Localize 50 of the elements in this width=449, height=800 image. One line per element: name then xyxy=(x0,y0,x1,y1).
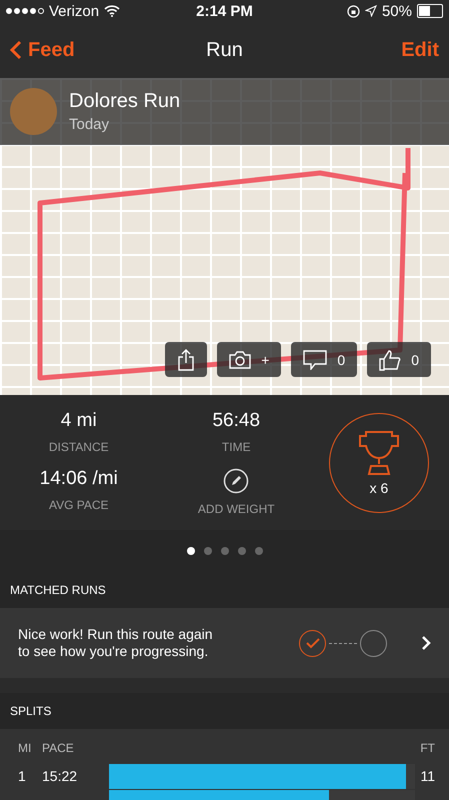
page-dot[interactable] xyxy=(254,547,262,555)
column-header: MI xyxy=(17,741,32,755)
table-cell: 15:22 xyxy=(42,768,78,784)
matched-runs-message: Nice work! Run this route again to see how you're progressing. xyxy=(18,626,214,660)
stat-value: 14:06 /mi xyxy=(40,468,118,490)
trophy-icon xyxy=(356,430,402,476)
pencil-icon[interactable] xyxy=(223,468,250,494)
camera-icon xyxy=(229,350,252,368)
edit-button[interactable]: Edit xyxy=(348,38,439,62)
wifi-icon xyxy=(104,5,120,17)
column-header: PACE xyxy=(41,741,75,755)
signal-icon xyxy=(6,8,44,14)
avatar-photo xyxy=(10,88,57,135)
screen-title: Run xyxy=(206,38,243,62)
trophy-badge[interactable]: x 6 xyxy=(329,412,429,512)
battery-percent: 50% xyxy=(382,2,412,20)
section-heading: MATCHED RUNS xyxy=(0,572,449,608)
stat-value: 56:48 xyxy=(212,410,260,432)
comment-button[interactable]: 0 xyxy=(291,342,358,377)
stat-label: AVG PACE xyxy=(48,498,109,512)
battery-icon xyxy=(416,4,443,18)
stat-value: 4 mi xyxy=(60,410,97,432)
like-button[interactable]: 0 xyxy=(367,342,431,377)
activity-date: Today xyxy=(69,116,110,133)
table-cell: 1 xyxy=(18,768,26,784)
page-dot[interactable] xyxy=(204,547,212,555)
photo-button[interactable]: + xyxy=(217,342,282,377)
share-icon xyxy=(177,348,196,370)
thumbs-up-icon xyxy=(379,348,402,370)
column-header: FT xyxy=(419,741,436,755)
page-dot[interactable] xyxy=(186,547,194,555)
table-cell: 11 xyxy=(420,768,435,784)
rotation-lock-icon xyxy=(346,4,360,18)
carrier-name: Verizon xyxy=(49,2,100,20)
section-heading: SPLITS xyxy=(0,693,449,729)
back-button[interactable]: Feed xyxy=(10,38,100,62)
chevron-right-icon xyxy=(421,635,431,651)
share-button[interactable] xyxy=(165,342,208,377)
page-dot[interactable] xyxy=(220,547,228,555)
page-dot[interactable] xyxy=(238,547,246,555)
location-arrow-icon xyxy=(364,5,377,17)
dashed-connector xyxy=(329,642,357,644)
add-weight-link[interactable]: ADD WEIGHT xyxy=(198,502,275,516)
matched-runs-row[interactable]: Nice work! Run this route again to see how you're progressing. xyxy=(0,608,449,678)
speech-bubble-icon xyxy=(303,350,328,370)
activity-title: Dolores Run xyxy=(69,90,180,113)
clock-time: 2:14 PM xyxy=(196,2,253,20)
chevron-left-icon xyxy=(10,40,22,60)
stat-label: DISTANCE xyxy=(48,440,109,454)
stat-label: TIME xyxy=(222,440,251,454)
